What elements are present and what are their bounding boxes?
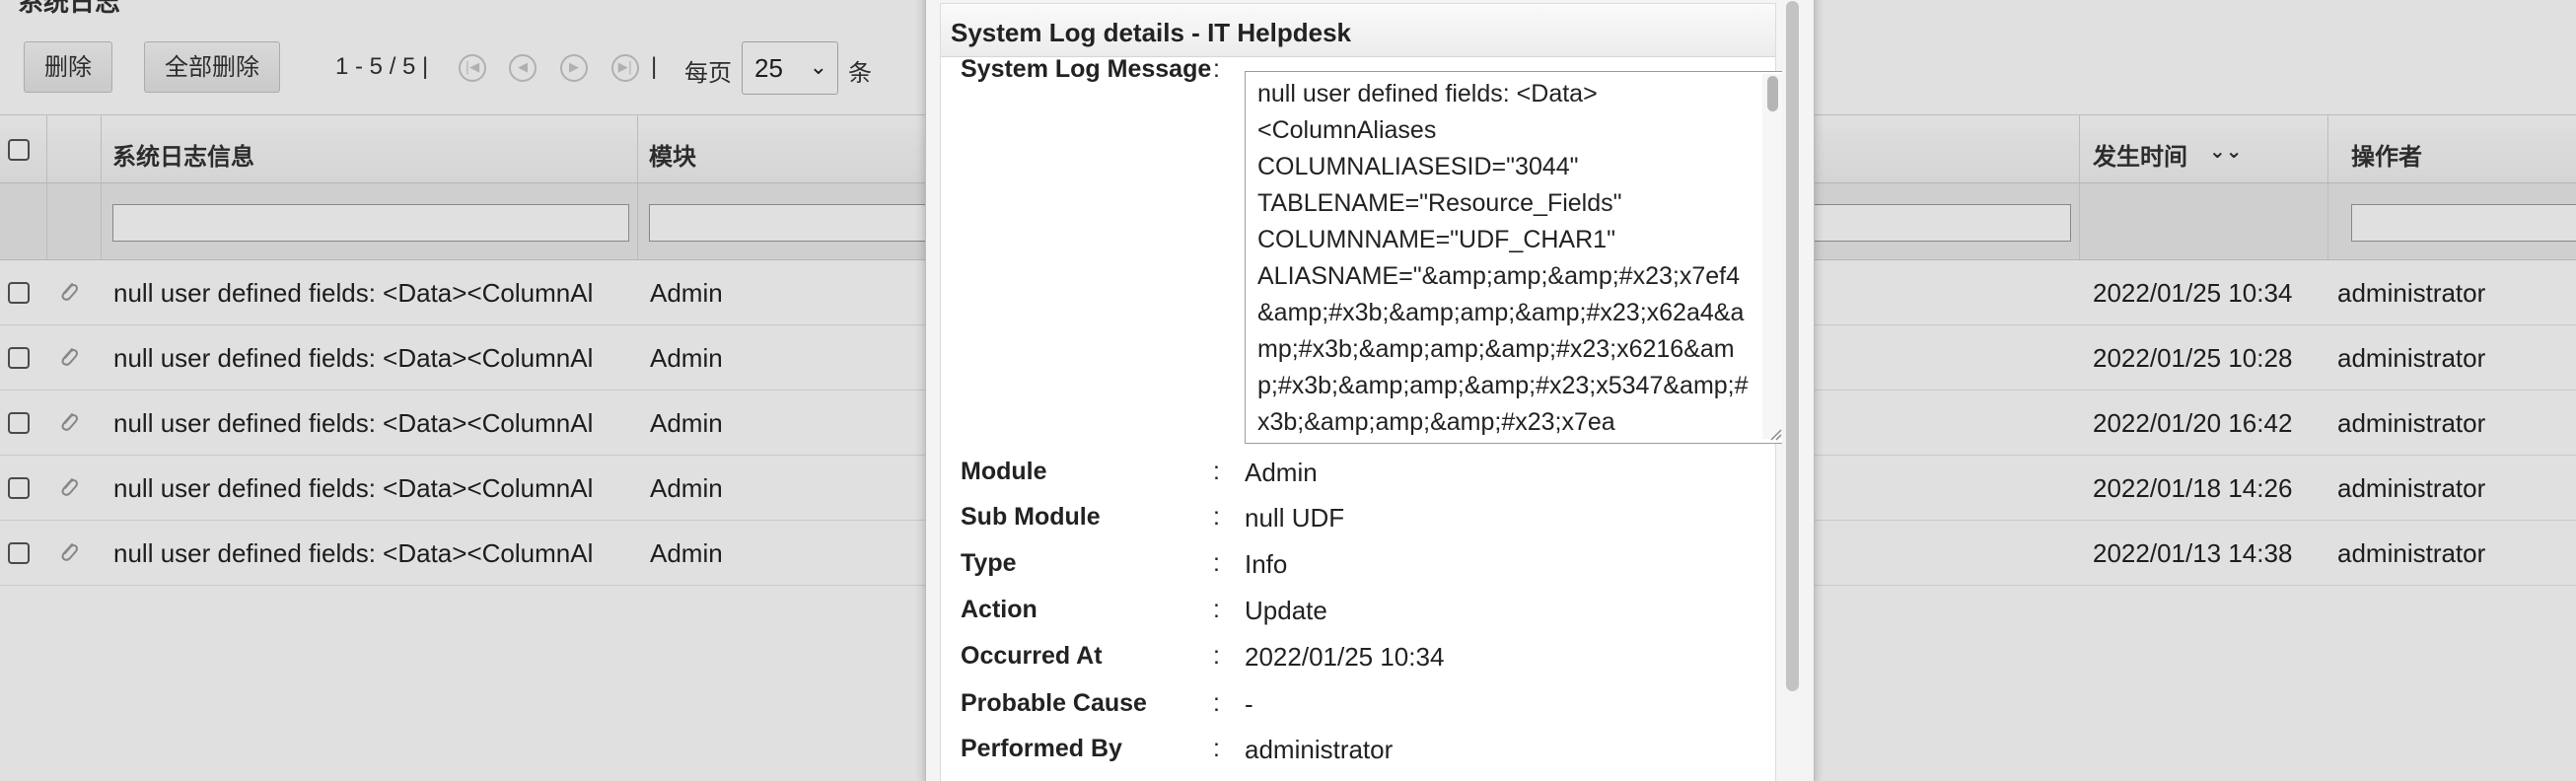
dialog-content: System Log details - IT Helpdesk System … [940,3,1785,781]
resize-grip-icon[interactable] [1766,425,1782,441]
label-probable-cause: Probable Cause [961,689,1147,717]
colon-message: : [1213,55,1220,83]
label-action: Action [961,596,1038,623]
value-probable-cause: - [1245,689,1253,719]
colon-sub-module: : [1213,503,1220,531]
message-scrollbar[interactable] [1762,74,1782,439]
dialog-scrollbar[interactable] [1782,1,1802,766]
system-log-message-text: null user defined fields: <Data> <Column… [1257,80,1749,436]
value-action: Update [1245,596,1327,625]
colon-probable-cause: : [1213,689,1220,717]
system-log-page: 系统日志 删除 全部删除 1 - 5 / 5 | |◀ ◀ ▶ ▶| | 每页 … [0,0,2576,781]
label-performed-by: Performed By [961,735,1122,762]
colon-performed-by: : [1213,735,1220,762]
dialog-scrollbar-thumb[interactable] [1786,1,1799,691]
value-occurred-at: 2022/01/25 10:34 [1245,642,1445,672]
label-occurred-at: Occurred At [961,642,1103,670]
colon-occurred-at: : [1213,642,1220,670]
value-sub-module: null UDF [1245,503,1345,532]
system-log-details-dialog: System Log details - IT Helpdesk System … [925,0,1815,781]
value-type: Info [1245,549,1288,579]
system-log-message-textarea[interactable]: null user defined fields: <Data> <Column… [1245,71,1785,444]
message-scrollbar-thumb[interactable] [1767,76,1778,111]
colon-type: : [1213,549,1220,577]
dialog-title: System Log details - IT Helpdesk [941,4,1775,57]
value-performed-by: administrator [1245,735,1394,764]
colon-action: : [1213,596,1220,623]
label-type: Type [961,549,1017,577]
value-module: Admin [1245,458,1318,487]
label-module: Module [961,458,1047,485]
label-sub-module: Sub Module [961,503,1101,531]
label-system-log-message: System Log Message [961,55,1212,83]
colon-module: : [1213,458,1220,485]
